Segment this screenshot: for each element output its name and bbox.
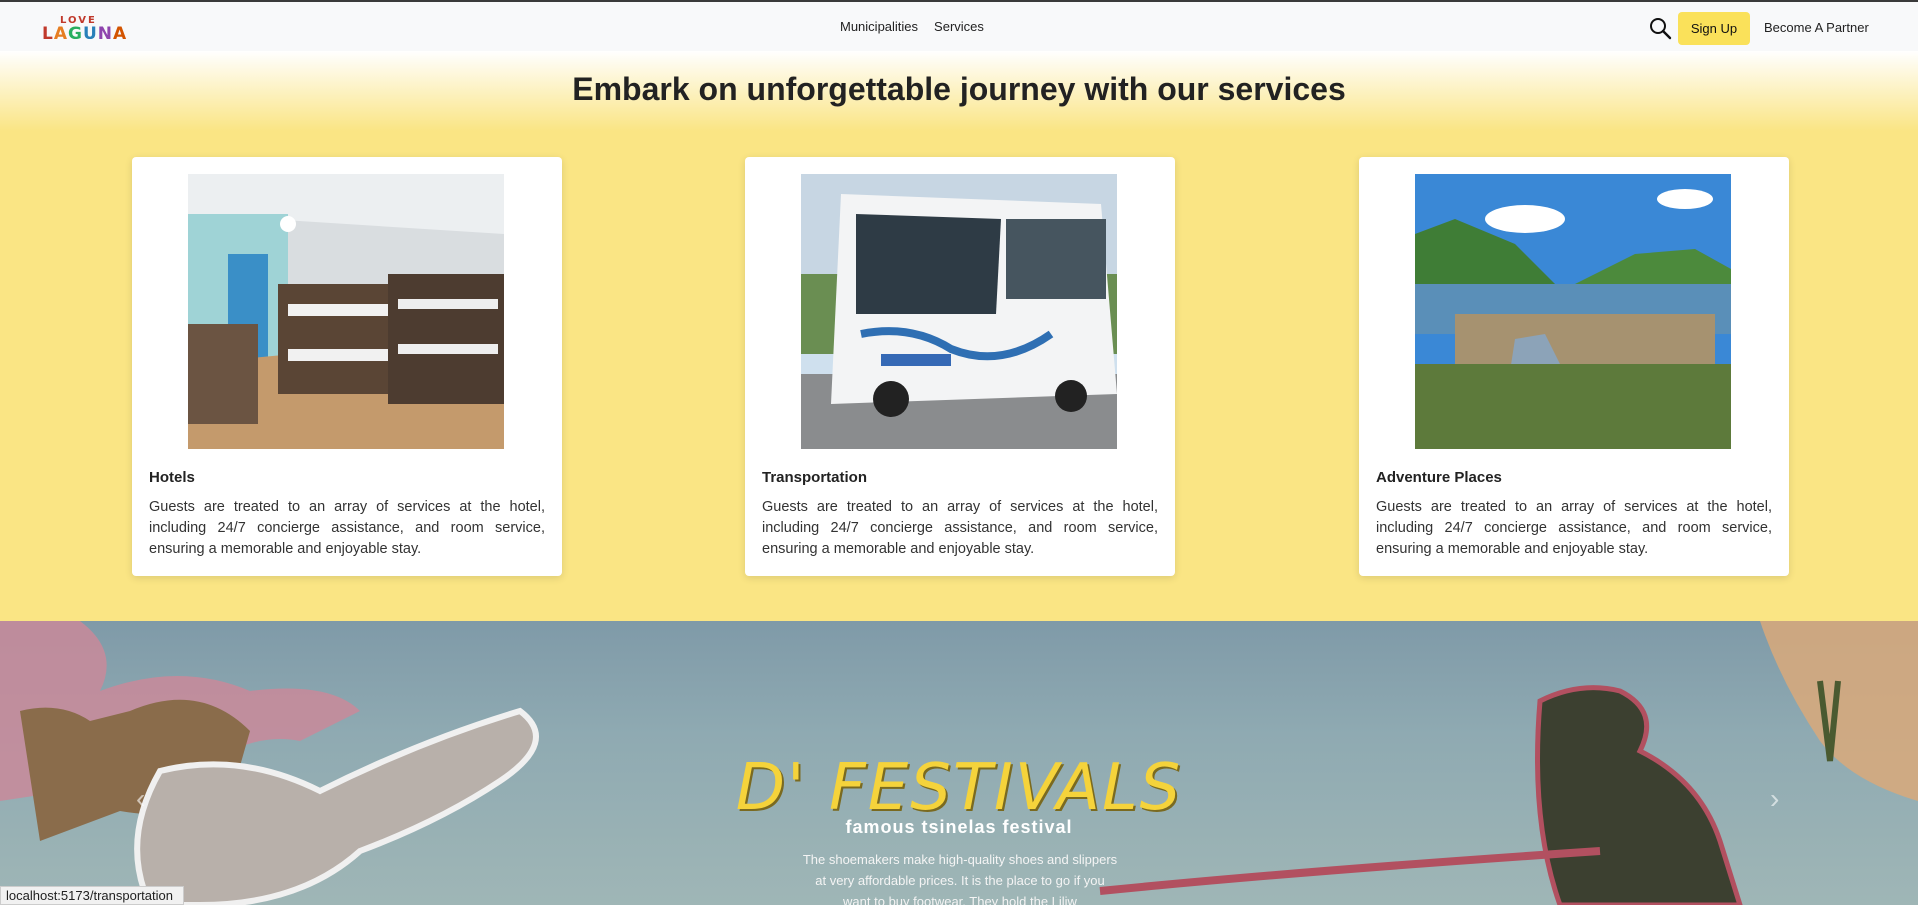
lake-adventure-image	[1415, 174, 1731, 449]
card-title: Hotels	[149, 469, 195, 486]
nav-link-services[interactable]: Services	[934, 19, 984, 34]
services-section: Embark on unforgettable journey with our…	[0, 51, 1918, 621]
card-description: Guests are treated to an array of servic…	[149, 499, 545, 557]
card-title: Transportation	[762, 469, 868, 486]
chevron-right-icon[interactable]: ›	[1770, 783, 1779, 815]
navbar: LOVE LAGUNA Municipalities Services Sign…	[0, 0, 1918, 51]
nav-link-municipalities[interactable]: Municipalities	[840, 19, 918, 34]
browser-status-url: localhost:5173/transportation	[0, 886, 184, 905]
become-partner-link[interactable]: Become A Partner	[1764, 20, 1869, 35]
sign-up-button[interactable]: Sign Up	[1678, 12, 1750, 45]
hotel-room-image	[188, 174, 504, 449]
love-laguna-logo[interactable]: LOVE LAGUNA	[42, 15, 126, 44]
search-icon[interactable]	[1648, 16, 1672, 40]
card-description: Guests are treated to an array of servic…	[1376, 499, 1772, 557]
festival-subtitle: famous tsinelas festival	[845, 817, 1073, 837]
services-heading: Embark on unforgettable journey with our…	[572, 71, 1346, 107]
service-card-transportation[interactable]: Transportation Guests are treated to an …	[745, 157, 1175, 576]
festival-carousel: D' FESTIVALS famous tsinelas festival Th…	[0, 621, 1918, 905]
card-title: Adventure Places	[1376, 469, 1502, 486]
nav-links: Municipalities Services	[840, 19, 984, 34]
service-card-adventure-places[interactable]: Adventure Places Guests are treated to a…	[1359, 157, 1789, 576]
chevron-left-icon[interactable]: ‹	[136, 783, 145, 815]
festival-title: D' FESTIVALS	[735, 751, 1183, 825]
service-card-hotels[interactable]: Hotels Guests are treated to an array of…	[132, 157, 562, 576]
logo-laguna-text: LAGUNA	[42, 24, 128, 44]
festival-description: The shoemakers make high-quality shoes a…	[802, 852, 1118, 905]
card-description: Guests are treated to an array of servic…	[762, 499, 1158, 557]
tour-bus-image	[801, 174, 1117, 449]
